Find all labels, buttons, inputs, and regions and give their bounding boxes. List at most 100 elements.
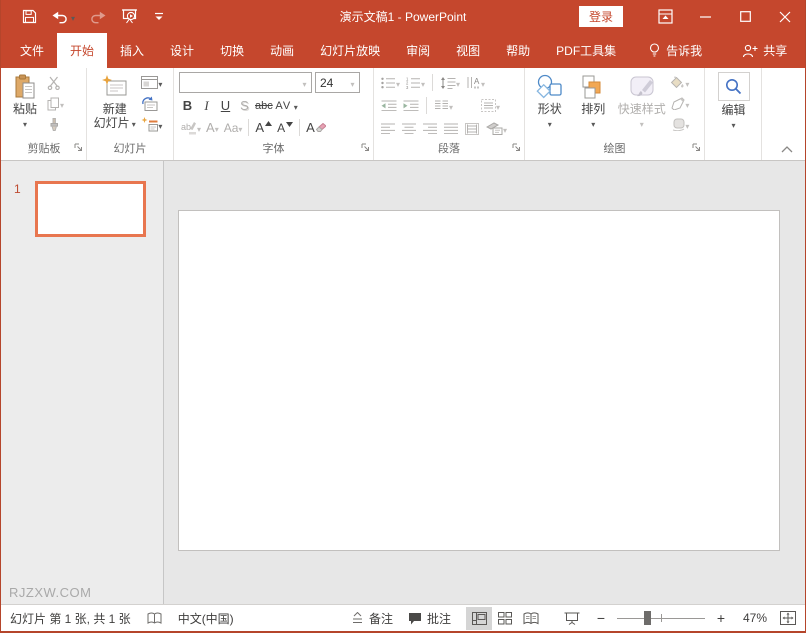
- columns-button[interactable]: [432, 95, 455, 116]
- convert-to-smartart-button[interactable]: [484, 118, 509, 139]
- arrange-dropdown[interactable]: [591, 116, 595, 130]
- section-dropdown[interactable]: [158, 118, 162, 132]
- copy-dropdown[interactable]: [60, 97, 64, 111]
- shape-outline-dropdown[interactable]: [685, 97, 689, 111]
- tab-view[interactable]: 视图: [443, 33, 493, 68]
- tab-home[interactable]: 开始: [57, 33, 108, 68]
- reading-view-button[interactable]: [518, 607, 544, 630]
- text-direction-button[interactable]: A: [464, 72, 487, 93]
- justify-button[interactable]: [442, 118, 460, 139]
- tab-insert[interactable]: 插入: [107, 33, 157, 68]
- slide-canvas[interactable]: [178, 210, 780, 551]
- paragraph-dialog-launcher[interactable]: [512, 143, 521, 152]
- font-dialog-launcher[interactable]: [361, 143, 370, 152]
- strikethrough-button[interactable]: abc: [255, 96, 273, 116]
- editing-dropdown[interactable]: [731, 117, 735, 131]
- accessibility-check-button[interactable]: [147, 612, 162, 625]
- format-painter-button[interactable]: [45, 114, 83, 135]
- bullets-button[interactable]: [379, 72, 402, 93]
- bullets-dropdown[interactable]: [396, 76, 400, 90]
- tab-animations[interactable]: 动画: [257, 33, 307, 68]
- align-text-button[interactable]: [479, 95, 502, 116]
- font-color-dropdown[interactable]: [215, 121, 219, 135]
- shapes-dropdown[interactable]: [548, 116, 552, 130]
- smartart-dropdown[interactable]: [503, 122, 507, 136]
- quick-styles-button[interactable]: 快速样式: [615, 71, 668, 141]
- font-size-combobox[interactable]: 24: [315, 72, 360, 93]
- maximize-button[interactable]: [725, 0, 765, 33]
- slide-thumbnail[interactable]: [35, 181, 146, 237]
- text-highlight-dropdown[interactable]: [197, 121, 201, 135]
- tab-pdf-tools[interactable]: PDF工具集: [543, 33, 629, 68]
- underline-button[interactable]: U: [217, 96, 234, 116]
- ribbon-display-options-button[interactable]: [645, 0, 685, 33]
- comments-button[interactable]: 批注: [408, 610, 451, 627]
- bold-button[interactable]: B: [179, 96, 196, 116]
- decrease-indent-button[interactable]: [379, 95, 399, 116]
- slide-sorter-view-button[interactable]: [492, 607, 518, 630]
- start-slideshow-button[interactable]: [121, 8, 139, 25]
- tab-tell-me[interactable]: 告诉我: [635, 33, 715, 68]
- font-name-combobox[interactable]: [179, 72, 312, 93]
- shape-effects-button[interactable]: [668, 114, 702, 135]
- clipboard-dialog-launcher[interactable]: [74, 143, 83, 152]
- notes-button[interactable]: 备注: [351, 610, 393, 627]
- increase-indent-button[interactable]: [401, 95, 421, 116]
- tab-slideshow[interactable]: 幻灯片放映: [307, 33, 393, 68]
- language-button[interactable]: 中文(中国): [178, 610, 234, 627]
- customize-qat-button[interactable]: [154, 12, 164, 21]
- shapes-button[interactable]: 形状: [528, 71, 572, 141]
- increase-font-size-button[interactable]: A: [253, 117, 274, 138]
- paste-button[interactable]: 粘贴: [5, 71, 45, 141]
- slide-layout-button[interactable]: [139, 72, 171, 93]
- align-center-button[interactable]: [400, 118, 418, 139]
- login-button[interactable]: 登录: [578, 6, 623, 27]
- tab-file[interactable]: 文件: [7, 33, 57, 68]
- tab-review[interactable]: 审阅: [393, 33, 443, 68]
- font-name-dropdown[interactable]: [298, 76, 311, 90]
- slide-counter[interactable]: 幻灯片 第 1 张, 共 1 张: [10, 610, 131, 627]
- align-right-button[interactable]: [421, 118, 439, 139]
- normal-view-button[interactable]: [466, 606, 492, 630]
- new-slide-button[interactable]: 新建 幻灯片: [90, 71, 139, 141]
- collapse-ribbon-button[interactable]: [781, 146, 793, 153]
- zoom-slider[interactable]: [617, 608, 705, 628]
- italic-button[interactable]: I: [198, 96, 215, 116]
- change-case-button[interactable]: Aa: [222, 117, 245, 138]
- numbering-button[interactable]: 123: [404, 72, 427, 93]
- new-slide-dropdown[interactable]: [132, 116, 136, 130]
- slide-layout-dropdown[interactable]: [158, 76, 162, 90]
- drawing-dialog-launcher[interactable]: [692, 143, 701, 152]
- tab-help[interactable]: 帮助: [493, 33, 543, 68]
- distributed-button[interactable]: [463, 118, 481, 139]
- align-text-dropdown[interactable]: [496, 99, 500, 113]
- reset-slide-button[interactable]: [139, 93, 171, 114]
- columns-dropdown[interactable]: [449, 99, 453, 113]
- fit-slide-to-window-button[interactable]: [780, 611, 796, 625]
- line-spacing-button[interactable]: [438, 72, 462, 93]
- text-highlight-button[interactable]: ab: [179, 117, 203, 138]
- editing-button[interactable]: 编辑: [709, 71, 759, 141]
- shape-outline-button[interactable]: [668, 93, 702, 114]
- slideshow-view-button[interactable]: [559, 607, 585, 630]
- numbering-dropdown[interactable]: [421, 76, 425, 90]
- shape-effects-dropdown[interactable]: [685, 118, 689, 132]
- align-left-button[interactable]: [379, 118, 397, 139]
- cut-button[interactable]: [45, 72, 83, 93]
- quick-styles-dropdown[interactable]: [640, 116, 644, 130]
- tab-design[interactable]: 设计: [157, 33, 207, 68]
- zoom-out-button[interactable]: −: [594, 610, 608, 626]
- paste-dropdown[interactable]: [23, 116, 27, 130]
- font-size-dropdown[interactable]: [346, 76, 359, 90]
- slide-thumbnail-item[interactable]: 1: [1, 181, 163, 237]
- zoom-slider-handle[interactable]: [644, 611, 651, 625]
- arrange-button[interactable]: 排列: [572, 71, 616, 141]
- zoom-percentage[interactable]: 47%: [737, 611, 767, 625]
- shape-fill-dropdown[interactable]: [685, 76, 689, 90]
- character-spacing-dropdown[interactable]: [294, 99, 298, 113]
- redo-button[interactable]: [90, 10, 106, 24]
- text-shadow-button[interactable]: S: [236, 96, 253, 116]
- font-color-button[interactable]: A: [204, 117, 221, 138]
- tab-share[interactable]: 共享: [729, 33, 800, 68]
- undo-dropdown[interactable]: [71, 10, 75, 24]
